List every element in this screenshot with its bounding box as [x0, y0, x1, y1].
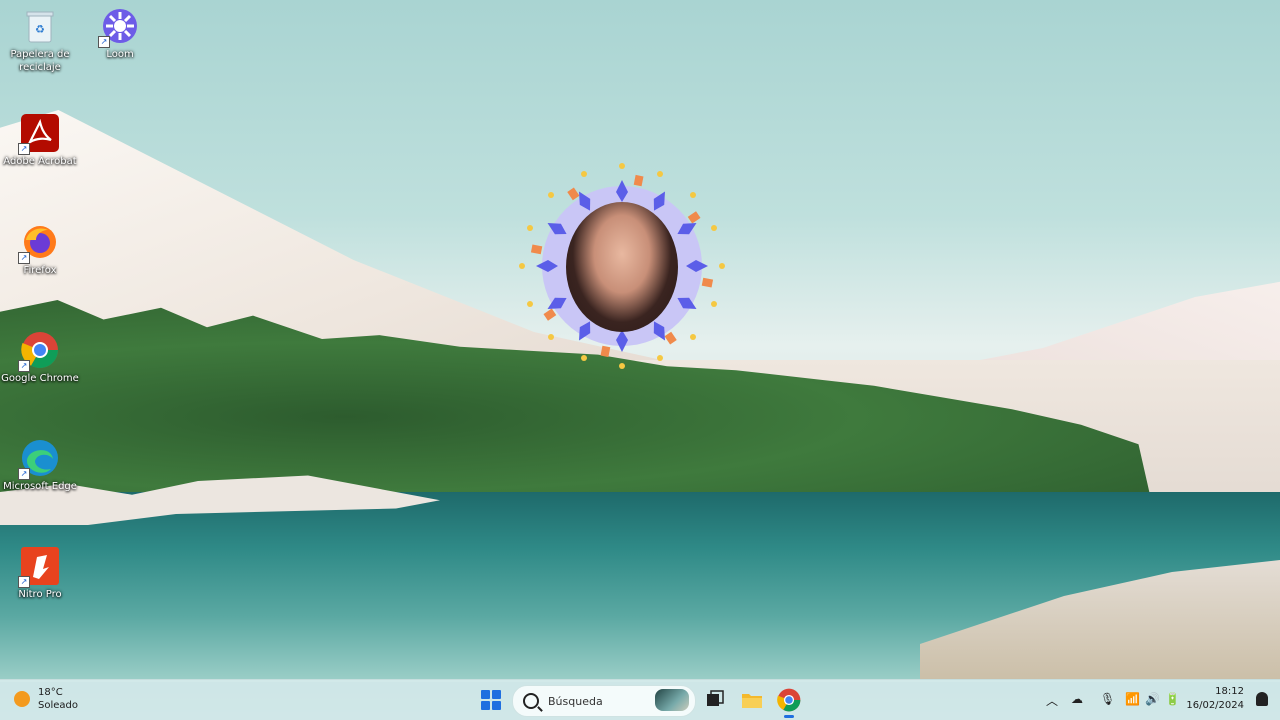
chrome-label: Google Chrome	[1, 373, 79, 384]
active-app-indicator	[784, 715, 794, 718]
clock-time: 18:12	[1215, 686, 1244, 697]
windows-logo-icon	[481, 690, 490, 699]
task-view-icon	[707, 690, 724, 706]
desktop-icon-nitro-pro[interactable]: ↗ Nitro Pro	[0, 546, 80, 601]
microphone-icon[interactable]: 🎙	[1100, 692, 1115, 706]
search-highlight-image	[655, 689, 689, 711]
search-placeholder: Búsqueda	[548, 694, 603, 708]
battery-icon[interactable]: 🔋	[1165, 692, 1180, 706]
firefox-icon: ↗	[18, 222, 60, 264]
edge-label: Microsoft Edge	[3, 481, 77, 492]
webcam-bubble[interactable]	[516, 160, 728, 372]
chrome-taskbar-button[interactable]	[777, 688, 801, 718]
weather-temp: 18°C	[38, 687, 63, 698]
desktop-icon-adobe-acrobat[interactable]: ↗ Adobe Acrobat	[0, 113, 80, 168]
shortcut-arrow-icon: ↗	[18, 360, 30, 372]
chrome-icon	[777, 688, 801, 712]
nitro-label: Nitro Pro	[18, 589, 62, 600]
acrobat-label: Adobe Acrobat	[3, 156, 77, 167]
webcam-face	[566, 202, 678, 332]
wifi-icon[interactable]: 📶	[1125, 692, 1140, 706]
chevron-up-icon[interactable]: ︿	[1046, 692, 1058, 709]
acrobat-icon: ↗	[18, 113, 60, 155]
loom-icon: ↗	[98, 6, 140, 48]
loom-label: Loom	[106, 49, 134, 60]
shortcut-arrow-icon: ↗	[18, 143, 30, 155]
desktop-icon-loom[interactable]: ↗ Loom	[80, 6, 160, 61]
recycle-bin-label: Papelera de reciclaje	[10, 49, 70, 73]
firefox-label: Firefox	[23, 265, 57, 276]
sun-icon	[14, 691, 30, 707]
desktop-icon-firefox[interactable]: ↗ Firefox	[0, 222, 80, 277]
recycle-bin-icon: ♻	[20, 6, 60, 46]
shortcut-arrow-icon: ↗	[98, 36, 110, 48]
desktop-icon-google-chrome[interactable]: ↗ Google Chrome	[0, 330, 80, 385]
weather-widget[interactable]: 18°C Soleado	[14, 686, 78, 712]
shortcut-arrow-icon: ↗	[18, 468, 30, 480]
start-button[interactable]	[481, 690, 501, 710]
notification-icon[interactable]	[1256, 692, 1268, 706]
chrome-icon: ↗	[18, 330, 60, 372]
onedrive-icon[interactable]: ☁	[1071, 692, 1083, 706]
file-explorer-button[interactable]	[740, 688, 764, 712]
desktop-icon-microsoft-edge[interactable]: ↗ Microsoft Edge	[0, 438, 80, 493]
shortcut-arrow-icon: ↗	[18, 576, 30, 588]
clock-date: 16/02/2024	[1186, 700, 1244, 711]
search-icon	[523, 693, 539, 709]
task-view-button[interactable]	[703, 688, 727, 712]
shortcut-arrow-icon: ↗	[18, 252, 30, 264]
svg-text:♻: ♻	[35, 23, 45, 36]
system-clock[interactable]: 18:12 16/02/2024	[1186, 685, 1244, 713]
folder-icon	[742, 694, 762, 708]
taskbar: 18°C Soleado Búsqueda ︿ ☁ 🎙 📶 🔊 🔋 18:12 …	[0, 679, 1280, 720]
weather-condition: Soleado	[38, 700, 78, 711]
volume-icon[interactable]: 🔊	[1145, 692, 1160, 706]
desktop-icon-recycle-bin[interactable]: ♻ Papelera de reciclaje	[0, 6, 80, 74]
nitro-icon: ↗	[18, 546, 60, 588]
edge-icon: ↗	[18, 438, 60, 480]
search-box[interactable]: Búsqueda	[512, 685, 696, 717]
